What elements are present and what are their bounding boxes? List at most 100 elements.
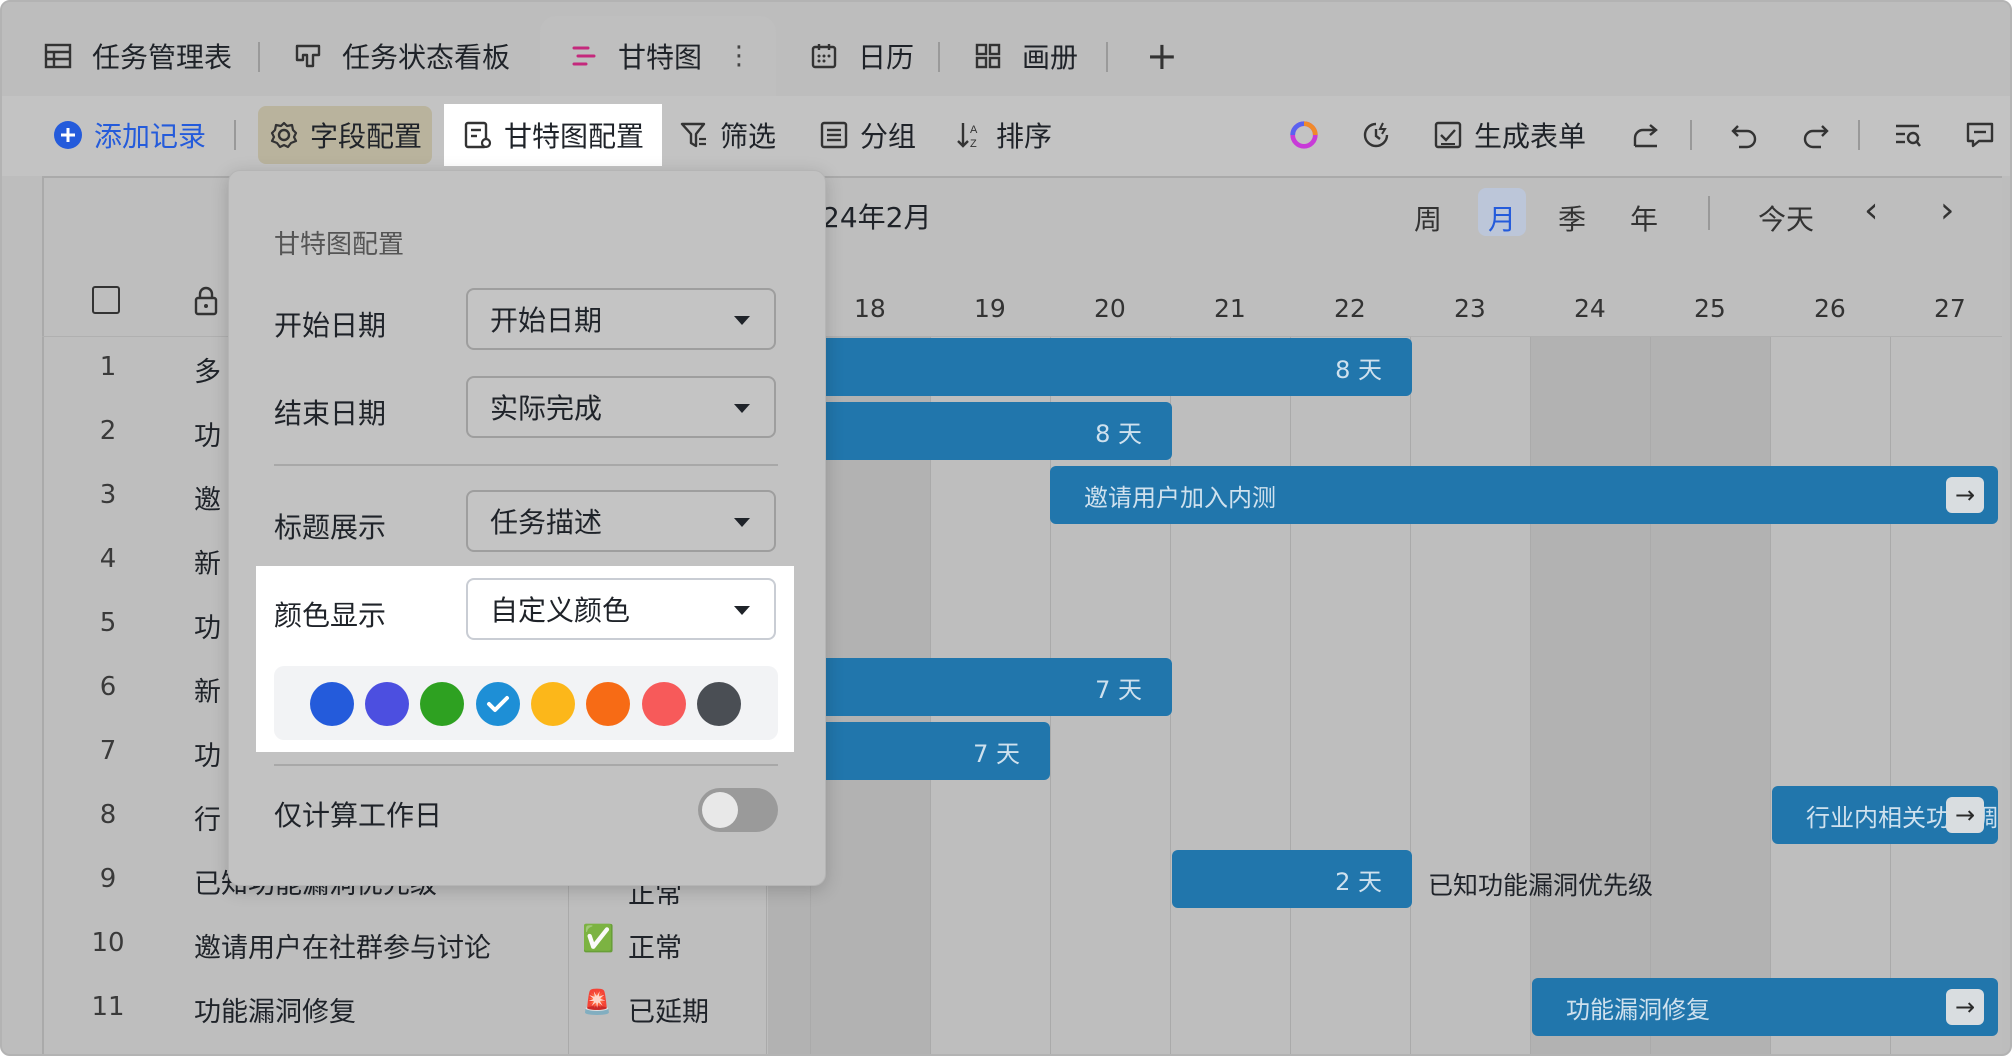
- ai-assistant-button[interactable]: [1278, 106, 1340, 164]
- generate-form-button[interactable]: 生成表单: [1422, 106, 1596, 164]
- row-title[interactable]: 邀请用户在社群参与讨论: [194, 926, 491, 965]
- weekend-column: [1530, 337, 1650, 1054]
- color-swatch-yellow[interactable]: [531, 682, 575, 726]
- row-title[interactable]: 行: [194, 798, 221, 837]
- bar-duration: 7 天: [973, 739, 1020, 768]
- day-label: 19: [974, 294, 1006, 323]
- bar-duration: 8 天: [1335, 355, 1382, 384]
- row-number: 9: [99, 864, 117, 894]
- view-year[interactable]: 年: [1630, 198, 1658, 238]
- check-status-icon: ✅: [582, 924, 615, 954]
- tab-calendar[interactable]: 日历: [808, 16, 914, 96]
- toolbar: 添加记录 字段配置 甘特图配置 筛选 分组 A Z 排序 生成表单: [2, 96, 2010, 176]
- group-label: 分组: [860, 120, 917, 153]
- undo-button[interactable]: [1718, 106, 1780, 164]
- day-label: 27: [1934, 294, 1966, 323]
- row-title[interactable]: 功能漏洞修复: [194, 990, 356, 1029]
- row-number: 2: [99, 416, 117, 446]
- tab-label: 甘特图: [618, 41, 703, 74]
- day-label: 26: [1814, 294, 1846, 323]
- tab-gallery[interactable]: 画册: [972, 16, 1078, 96]
- share-button[interactable]: [1620, 106, 1682, 164]
- arrow-right-icon[interactable]: →: [1946, 989, 1984, 1025]
- day-label: 21: [1214, 294, 1246, 323]
- row-number: 3: [99, 480, 117, 510]
- gantt-bar[interactable]: 行业内相关功能调 →: [1772, 786, 1998, 844]
- grid-line: [1770, 337, 1771, 1054]
- row-title[interactable]: 多: [194, 350, 221, 389]
- end-date-select[interactable]: 实际完成: [466, 376, 776, 438]
- title-display-select[interactable]: 任务描述: [466, 490, 776, 552]
- row-title[interactable]: 功: [194, 606, 221, 645]
- tab-task-kanban[interactable]: 任务状态看板: [292, 16, 510, 96]
- bar-duration: 8 天: [1095, 419, 1142, 448]
- row-number: 1: [99, 352, 117, 382]
- start-date-select[interactable]: 开始日期: [466, 288, 776, 350]
- redo-button[interactable]: [1790, 106, 1852, 164]
- workday-only-toggle[interactable]: [698, 788, 778, 832]
- gantt-bar[interactable]: 2 天: [1172, 850, 1412, 908]
- row-status: 已延期: [628, 997, 709, 1028]
- row-number: 11: [91, 992, 125, 1022]
- bar-title: 邀请用户加入内测: [1084, 483, 1276, 512]
- bar-outside-title: 已知功能漏洞优先级: [1428, 871, 1654, 900]
- redo-icon: [1800, 119, 1832, 151]
- arrow-right-icon[interactable]: →: [1946, 477, 1984, 513]
- automation-button[interactable]: [1350, 106, 1412, 164]
- row-title[interactable]: 功: [194, 414, 221, 453]
- comments-button[interactable]: [1954, 106, 2010, 164]
- row-number: 4: [99, 544, 117, 574]
- add-record-button[interactable]: 添加记录: [42, 106, 216, 164]
- row-title[interactable]: 邀: [194, 478, 221, 517]
- month-label: 24年2月: [822, 201, 932, 234]
- caret-down-icon: [734, 606, 750, 615]
- sort-button[interactable]: AZ 排序: [944, 106, 1062, 164]
- color-swatch-red[interactable]: [642, 682, 686, 726]
- gantt-bar[interactable]: 邀请用户加入内测 →: [1050, 466, 1998, 524]
- field-config-button[interactable]: 字段配置: [258, 106, 433, 164]
- color-swatch-lightblue[interactable]: [476, 682, 520, 726]
- view-tab-bar: 任务管理表 任务状态看板 甘特图 ⋮ 日历 画册 +: [2, 2, 2010, 96]
- gantt-bar[interactable]: 8 天: [768, 402, 1172, 460]
- row-title[interactable]: 功: [194, 734, 221, 773]
- color-swatch-green[interactable]: [420, 682, 464, 726]
- day-label: 25: [1694, 294, 1726, 323]
- bar-title: 功能漏洞修复: [1566, 995, 1710, 1024]
- group-button[interactable]: 分组: [808, 106, 926, 164]
- next-period-button[interactable]: ›: [1940, 190, 1954, 231]
- header-divider: [1708, 196, 1710, 230]
- sort-label: 排序: [996, 120, 1053, 153]
- today-button[interactable]: 今天: [1758, 198, 1814, 238]
- row-title[interactable]: 新: [194, 670, 221, 709]
- caret-down-icon: [734, 316, 750, 325]
- tab-more-icon[interactable]: ⋮: [726, 41, 752, 71]
- toggle-knob: [702, 792, 738, 828]
- arrow-right-icon[interactable]: →: [1946, 797, 1984, 833]
- gantt-bar[interactable]: 功能漏洞修复 →: [1532, 978, 1998, 1036]
- gantt-icon: [568, 40, 600, 72]
- view-quarter[interactable]: 季: [1558, 198, 1586, 238]
- color-display-select[interactable]: 自定义颜色: [466, 578, 776, 640]
- select-all-checkbox[interactable]: [92, 286, 120, 314]
- add-view-button[interactable]: +: [1146, 16, 1178, 96]
- prev-period-button[interactable]: ‹: [1864, 190, 1878, 231]
- view-week[interactable]: 周: [1414, 198, 1442, 238]
- gantt-config-button[interactable]: 甘特图配置: [444, 104, 663, 166]
- tab-gantt[interactable]: 甘特图 ⋮: [540, 16, 776, 96]
- color-swatch-gray[interactable]: [697, 682, 741, 726]
- grid-line: [1890, 337, 1891, 1054]
- row-title[interactable]: 新: [194, 542, 221, 581]
- view-month[interactable]: 月: [1488, 198, 1516, 238]
- filter-button[interactable]: 筛选: [668, 106, 786, 164]
- color-swatch-orange[interactable]: [586, 682, 630, 726]
- tab-task-table[interactable]: 任务管理表: [42, 16, 232, 96]
- gantt-bar[interactable]: 7 天: [768, 658, 1172, 716]
- color-swatch-blue[interactable]: [310, 682, 354, 726]
- search-records-button[interactable]: [1882, 106, 1944, 164]
- row-number: 6: [99, 672, 117, 702]
- field-config-label: 字段配置: [310, 120, 423, 153]
- gantt-bar[interactable]: 8 天: [768, 338, 1412, 396]
- day-label: 18: [854, 294, 886, 323]
- color-swatch-indigo[interactable]: [365, 682, 409, 726]
- lock-icon: [192, 286, 220, 320]
